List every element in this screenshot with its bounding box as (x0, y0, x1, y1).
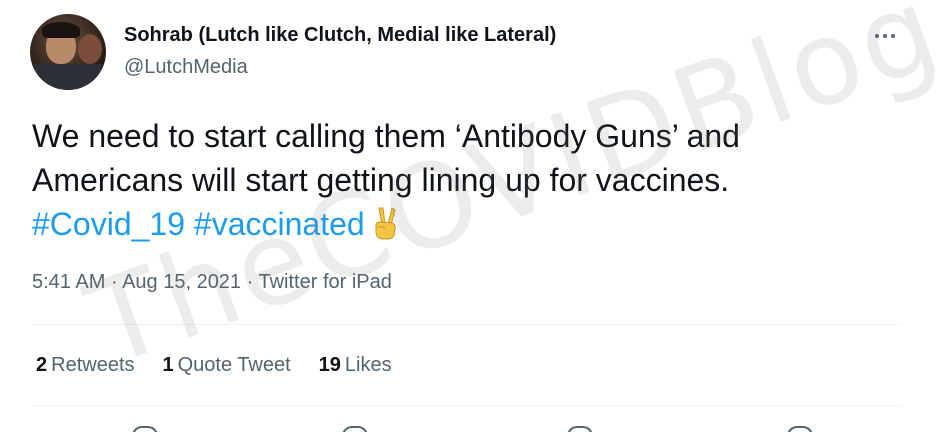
tweet-meta: 5:41 AM · Aug 15, 2021 · Twitter for iPa… (32, 271, 392, 294)
likes-stat[interactable]: 19 Likes (319, 354, 392, 377)
hashtag-vaccinated[interactable]: #vaccinated (194, 206, 365, 242)
tweet-text: We need to start calling them ‘Antibody … (32, 114, 902, 246)
more-dot (891, 34, 895, 38)
avatar-hair (42, 22, 80, 38)
likes-count: 19 (318, 354, 341, 376)
author-display-name[interactable]: Sohrab (Lutch like Clutch, Medial like L… (124, 24, 556, 47)
divider (32, 324, 902, 325)
meta-separator: · (241, 271, 259, 293)
author-handle[interactable]: @LutchMedia (124, 56, 248, 79)
tweet-stats: 2 Retweets 1 Quote Tweet 19 Likes (36, 354, 392, 377)
meta-separator: · (105, 271, 123, 293)
quote-tweets-stat[interactable]: 1 Quote Tweet (163, 354, 291, 377)
avatar-shirt (30, 64, 106, 90)
hashtag-covid19[interactable]: #Covid_19 (32, 206, 185, 242)
more-dot (875, 34, 879, 38)
victory-hand-icon (375, 207, 396, 240)
tweet-text-line-1: We need to start calling them ‘Antibody … (32, 118, 740, 154)
more-dot (883, 34, 887, 38)
quotes-count: 1 (162, 354, 174, 376)
share-icon[interactable] (787, 426, 813, 432)
like-icon[interactable] (567, 426, 593, 432)
tweet-date[interactable]: Aug 15, 2021 (122, 271, 241, 293)
tweet-hashtag-line: #Covid_19 #vaccinated (32, 202, 902, 246)
retweet-icon[interactable] (342, 426, 368, 432)
retweets-count: 2 (36, 354, 48, 376)
more-options-icon[interactable] (868, 26, 902, 46)
divider (32, 405, 902, 406)
tweet-time[interactable]: 5:41 AM (32, 271, 105, 293)
tweet-source[interactable]: Twitter for iPad (258, 271, 391, 293)
quotes-label: Quote Tweet (177, 354, 291, 376)
avatar-background-person (78, 34, 102, 64)
retweets-label: Retweets (51, 354, 135, 376)
tweet-card: Sohrab (Lutch like Clutch, Medial like L… (0, 0, 936, 432)
retweets-stat[interactable]: 2 Retweets (36, 354, 135, 377)
tweet-actions (32, 420, 902, 432)
likes-label: Likes (344, 354, 392, 376)
tweet-text-line-2: Americans will start getting lining up f… (32, 162, 730, 198)
avatar[interactable] (30, 14, 106, 90)
reply-icon[interactable] (132, 426, 158, 432)
